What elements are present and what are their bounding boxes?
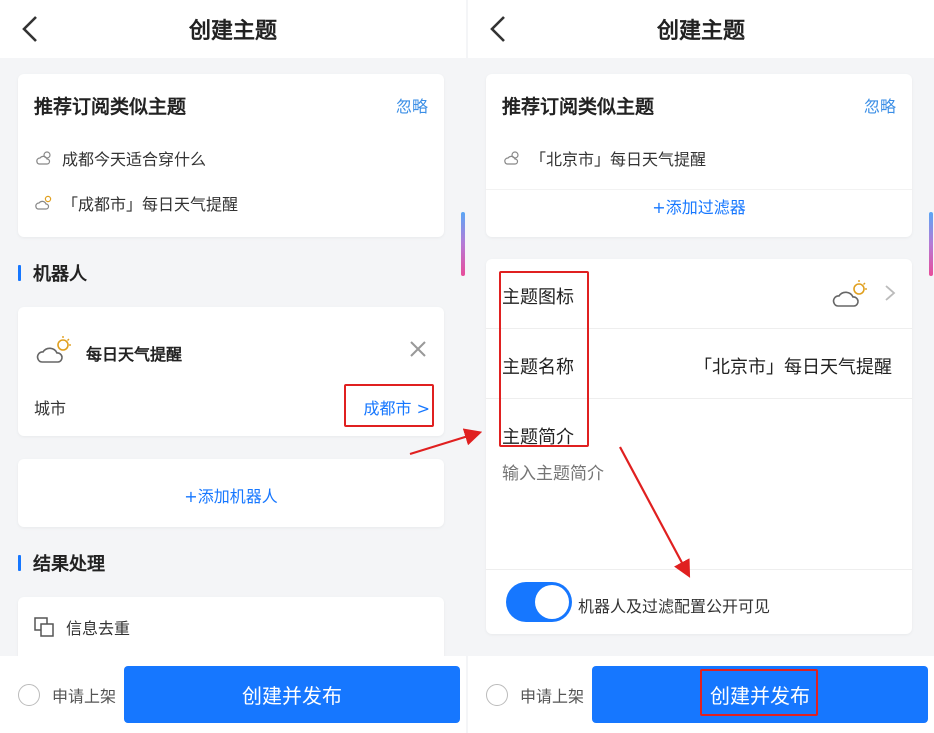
close-icon[interactable]: [406, 337, 430, 361]
dedup-label: 信息去重: [66, 619, 131, 638]
apply-radio[interactable]: [18, 684, 40, 706]
page-title: 创建主题: [656, 19, 745, 44]
recommend-item-label: 成都今天适合穿什么: [62, 150, 207, 169]
dedup-icon: [34, 617, 54, 637]
partly-cloudy-icon: [36, 336, 71, 363]
robot-section-header: 机器人: [18, 261, 87, 285]
top-bar: 创建主题: [468, 0, 934, 58]
apply-listing-option[interactable]: 申请上架: [486, 683, 584, 707]
recommend-item[interactable]: 「成都市」每日天气提醒: [34, 191, 238, 215]
section-accent-bar: [18, 555, 21, 571]
topic-icon-row[interactable]: 主题图标: [486, 259, 912, 329]
scroll-edge-strip: [461, 212, 465, 276]
topic-form-card: 主题图标 主题名称 「北京市」每日天气提醒 主题简介 机器人及过滤配置公开可见: [486, 259, 912, 634]
recommend-item-label: 「北京市」每日天气提醒: [530, 150, 707, 169]
topic-name-label: 主题名称: [502, 357, 574, 378]
recommend-title: 推荐订阅类似主题: [34, 96, 187, 118]
city-label: 城市: [34, 399, 67, 418]
dedup-item[interactable]: 信息去重: [34, 615, 130, 639]
weather-small-icon: [36, 151, 51, 165]
add-robot-button[interactable]: +添加机器人: [18, 483, 444, 507]
topic-intro-label: 主题简介: [502, 427, 574, 448]
right-screen: 创建主题 推荐订阅类似主题 忽略 「北京市」每日天气提醒 +添加过滤器 主题图标: [468, 0, 934, 733]
bottom-bar: 申请上架 创建并发布: [0, 656, 466, 733]
create-publish-button[interactable]: 创建并发布: [124, 666, 460, 723]
bottom-bar: 申请上架 创建并发布: [468, 656, 934, 733]
partly-cloudy-icon: [832, 280, 867, 307]
topic-icon-label: 主题图标: [502, 287, 574, 308]
apply-label: 申请上架: [52, 687, 117, 706]
topic-name-row[interactable]: 主题名称 「北京市」每日天气提醒: [486, 329, 912, 399]
scroll-edge-strip: [929, 212, 933, 276]
recommend-card: 推荐订阅类似主题 忽略 成都今天适合穿什么 「成都市」每日天气提醒: [18, 74, 444, 237]
section-label: 机器人: [33, 264, 87, 285]
apply-label: 申请上架: [520, 687, 585, 706]
recommend-item[interactable]: 成都今天适合穿什么: [34, 146, 206, 170]
result-section-header: 结果处理: [18, 551, 105, 575]
apply-radio[interactable]: [486, 684, 508, 706]
topic-name-value[interactable]: 「北京市」每日天气提醒: [694, 353, 892, 379]
add-filter-button[interactable]: +添加过滤器: [486, 194, 912, 218]
create-publish-button[interactable]: 创建并发布: [592, 666, 928, 723]
section-accent-bar: [18, 265, 21, 281]
ignore-link[interactable]: 忽略: [864, 93, 896, 117]
recommend-title: 推荐订阅类似主题: [502, 96, 655, 118]
recommend-item-label: 「成都市」每日天气提醒: [62, 195, 239, 214]
section-label: 结果处理: [33, 554, 105, 575]
recommend-card: 推荐订阅类似主题 忽略 「北京市」每日天气提醒 +添加过滤器: [486, 74, 912, 237]
ignore-link[interactable]: 忽略: [396, 93, 428, 117]
public-visibility-label: 机器人及过滤配置公开可见: [578, 597, 771, 616]
city-selector[interactable]: 成都市 >: [364, 395, 431, 419]
apply-listing-option[interactable]: 申请上架: [18, 683, 116, 707]
robot-name: 每日天气提醒: [86, 345, 183, 364]
card-divider: [486, 189, 912, 190]
card-divider: [486, 569, 912, 570]
chevron-right-icon: [885, 285, 896, 301]
top-bar: 创建主题: [0, 0, 466, 58]
partly-cloudy-icon: [35, 195, 52, 210]
recommend-item[interactable]: 「北京市」每日天气提醒: [502, 146, 706, 170]
public-visibility-toggle[interactable]: [506, 582, 572, 622]
toggle-knob: [535, 585, 569, 619]
topic-intro-input[interactable]: [502, 464, 892, 484]
robot-card: 每日天气提醒 城市 成都市 >: [18, 307, 444, 436]
weather-small-icon: [504, 151, 519, 165]
add-robot-card: +添加机器人: [18, 459, 444, 527]
left-screen: 创建主题 推荐订阅类似主题 忽略 成都今天适合穿什么 「成都市」每日天气提醒 机…: [0, 0, 466, 733]
page-title: 创建主题: [188, 19, 277, 44]
